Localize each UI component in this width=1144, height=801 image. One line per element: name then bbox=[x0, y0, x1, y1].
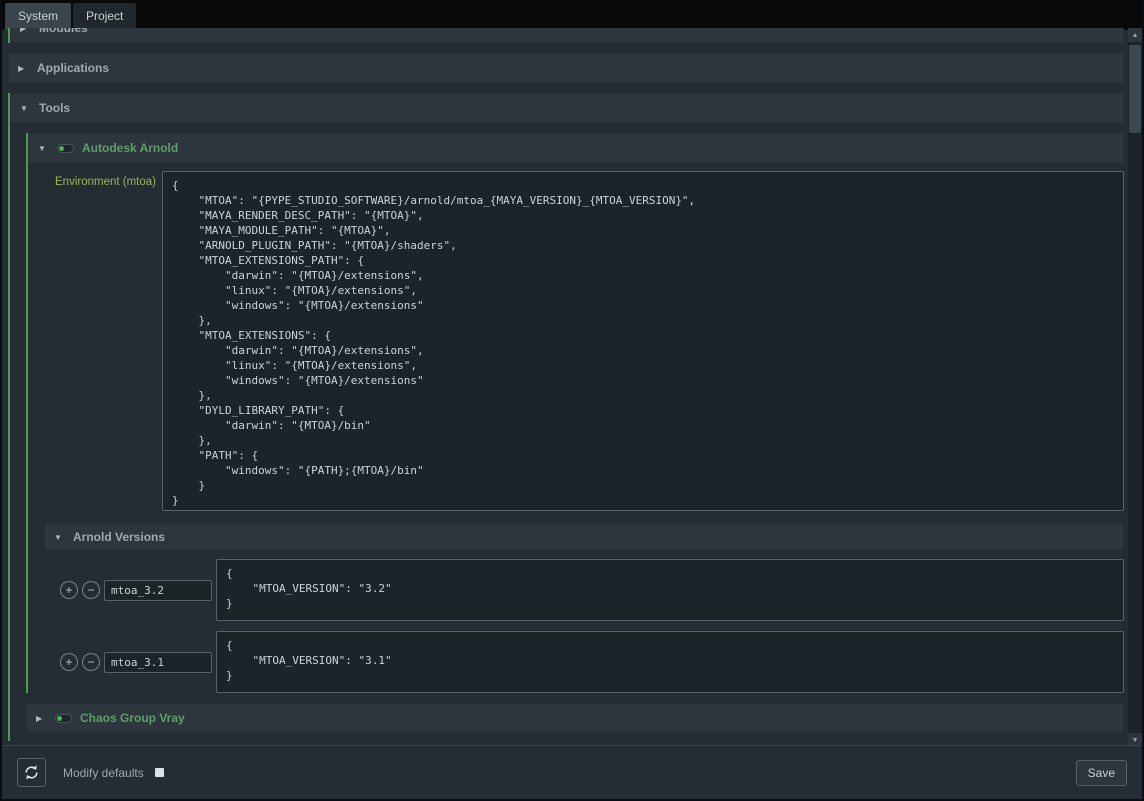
chevron-down-icon bbox=[38, 144, 49, 153]
enabled-toggle-icon[interactable] bbox=[55, 714, 72, 723]
toggle-knob bbox=[59, 146, 64, 151]
section-tools: Tools Autodesk Arnold Env bbox=[8, 93, 1124, 741]
toggle-knob bbox=[57, 716, 62, 721]
remove-version-button[interactable] bbox=[82, 653, 100, 671]
settings-window: System Project Modules Applications Tool… bbox=[0, 0, 1144, 801]
add-version-button[interactable] bbox=[60, 581, 78, 599]
environment-label: Environment (mtoa) bbox=[44, 171, 156, 188]
version-row: { "MTOA_VERSION": "3.2" } bbox=[60, 559, 1124, 621]
enabled-toggle-icon[interactable] bbox=[57, 144, 74, 153]
chevron-right-icon bbox=[36, 714, 47, 723]
version-json-textarea[interactable]: { "MTOA_VERSION": "3.2" } bbox=[216, 559, 1124, 621]
group-title-chaos-group-vray: Chaos Group Vray bbox=[80, 711, 185, 725]
version-json-textarea[interactable]: { "MTOA_VERSION": "3.1" } bbox=[216, 631, 1124, 693]
section-header-modules[interactable]: Modules bbox=[10, 28, 1124, 43]
refresh-button[interactable] bbox=[17, 758, 46, 787]
add-version-button[interactable] bbox=[60, 653, 78, 671]
arnold-content: Environment (mtoa) { "MTOA": "{PYPE_STUD… bbox=[28, 171, 1124, 693]
vertical-scrollbar[interactable] bbox=[1128, 28, 1142, 747]
modify-defaults-label: Modify defaults bbox=[63, 766, 144, 780]
section-title-tools: Tools bbox=[39, 101, 70, 115]
scrollbar-thumb[interactable] bbox=[1129, 45, 1141, 133]
scroll-up-arrow-icon[interactable] bbox=[1128, 28, 1142, 42]
remove-version-button[interactable] bbox=[82, 581, 100, 599]
section-title-modules: Modules bbox=[39, 28, 88, 35]
footer-bar: Modify defaults Save bbox=[2, 745, 1142, 799]
tab-project[interactable]: Project bbox=[73, 3, 136, 30]
tab-system[interactable]: System bbox=[5, 3, 71, 30]
group-header-chaos-group-vray[interactable]: Chaos Group Vray bbox=[26, 703, 1124, 733]
version-name-input[interactable] bbox=[104, 580, 212, 601]
version-name-input[interactable] bbox=[104, 652, 212, 673]
settings-scroll-area: Modules Applications Tools bbox=[2, 28, 1128, 745]
modify-defaults-indicator[interactable] bbox=[155, 768, 164, 777]
chevron-right-icon bbox=[18, 64, 29, 73]
save-button[interactable]: Save bbox=[1076, 760, 1127, 786]
chevron-right-icon bbox=[20, 28, 31, 33]
environment-json-textarea[interactable]: { "MTOA": "{PYPE_STUDIO_SOFTWARE}/arnold… bbox=[162, 171, 1124, 511]
section-applications: Applications bbox=[8, 53, 1124, 83]
section-title-applications: Applications bbox=[37, 61, 109, 75]
group-autodesk-arnold: Autodesk Arnold Environment (mtoa) { "MT… bbox=[26, 133, 1124, 693]
section-title-arnold-versions: Arnold Versions bbox=[73, 530, 165, 544]
version-row: { "MTOA_VERSION": "3.1" } bbox=[60, 631, 1124, 693]
section-arnold-versions: Arnold Versions { "MTOA_VERSION": "3.2" … bbox=[44, 523, 1124, 693]
refresh-icon bbox=[23, 764, 40, 781]
chevron-down-icon bbox=[54, 533, 65, 542]
section-header-arnold-versions[interactable]: Arnold Versions bbox=[44, 523, 1124, 551]
arnold-versions-list: { "MTOA_VERSION": "3.2" } { "MTOA_VERSIO… bbox=[44, 559, 1124, 693]
group-chaos-group-vray: Chaos Group Vray bbox=[26, 703, 1124, 733]
section-header-applications[interactable]: Applications bbox=[8, 53, 1124, 83]
tab-bar: System Project bbox=[2, 0, 1142, 30]
section-modules: Modules bbox=[8, 28, 1124, 43]
tools-content: Autodesk Arnold Environment (mtoa) { "MT… bbox=[10, 133, 1124, 741]
group-header-autodesk-arnold[interactable]: Autodesk Arnold bbox=[28, 133, 1124, 163]
chevron-down-icon bbox=[20, 104, 31, 113]
environment-row: Environment (mtoa) { "MTOA": "{PYPE_STUD… bbox=[44, 171, 1124, 511]
group-title-autodesk-arnold: Autodesk Arnold bbox=[82, 141, 178, 155]
section-header-tools[interactable]: Tools bbox=[10, 93, 1124, 123]
